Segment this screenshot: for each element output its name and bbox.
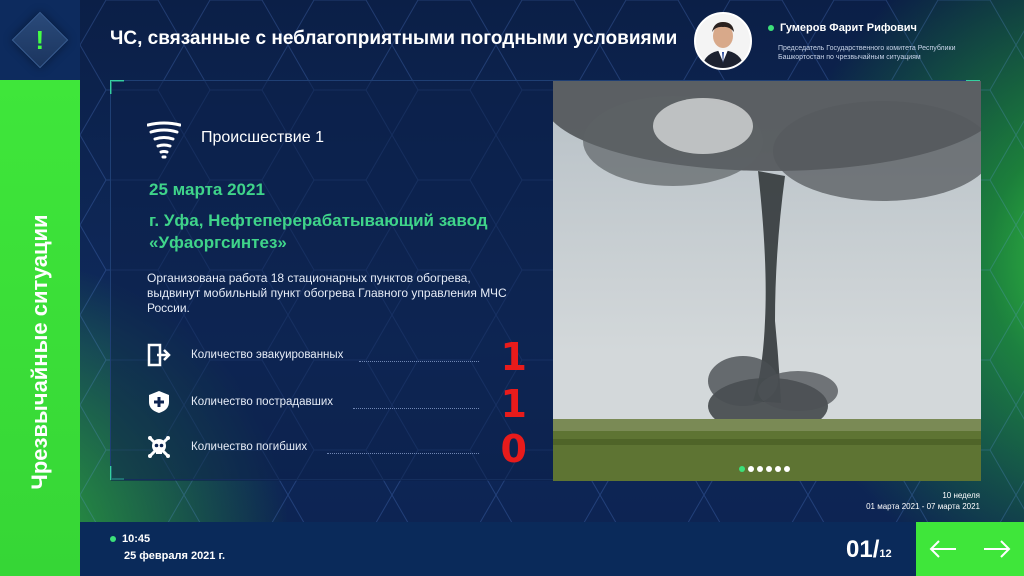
tornado-photo-image [553, 81, 981, 481]
week-range: 01 марта 2021 - 07 марта 2021 [866, 502, 980, 511]
exit-door-icon [147, 343, 171, 367]
prev-page-button[interactable] [916, 522, 970, 576]
alert-icon: ! [11, 11, 69, 69]
pager-dot[interactable] [784, 466, 790, 472]
pager-dot[interactable] [748, 466, 754, 472]
person-name-text: Гумеров Фарит Рифович [780, 22, 917, 34]
dotted-leader [327, 453, 479, 454]
time-text: 10:45 [122, 533, 151, 545]
app-logo[interactable]: ! [0, 0, 80, 80]
stat-label: Количество погибших [191, 441, 308, 453]
page-indicator: 01/12 [846, 536, 892, 564]
pager-dot[interactable] [775, 466, 781, 472]
incident-description: Организована работа 18 стационарных пунк… [147, 271, 507, 315]
stat-label: Количество пострадавших [191, 396, 333, 408]
stat-value: 1 [500, 335, 527, 379]
incident-title: Происшествие 1 [201, 129, 324, 146]
pager-dot[interactable] [757, 466, 763, 472]
incident-card: Происшествие 1 25 марта 2021 г. Уфа, Неф… [110, 80, 981, 481]
pager-dot-active[interactable] [739, 466, 745, 472]
page-total: 12 [879, 548, 892, 560]
next-page-button[interactable] [970, 522, 1024, 576]
medical-shield-icon [149, 391, 169, 413]
bullet-dot [110, 536, 116, 543]
stat-label: Количество эвакуированных [191, 349, 344, 361]
person-name: Гумеров Фарит Рифович [768, 22, 917, 34]
sidebar-title: Чрезвычайные ситуации [27, 214, 52, 490]
pager-dot[interactable] [766, 466, 772, 472]
current-date: 25 февраля 2021 г. [124, 550, 226, 562]
dotted-leader [359, 361, 479, 362]
stat-value: 1 [500, 382, 527, 426]
skull-crossbones-icon [148, 436, 170, 458]
bullet-dot [768, 25, 774, 32]
current-time: 10:45 [110, 533, 150, 545]
arrow-left-icon [929, 540, 956, 558]
incident-details: Происшествие 1 25 марта 2021 г. Уфа, Неф… [111, 81, 553, 481]
sidebar: Чрезвычайные ситуации [0, 80, 80, 576]
week-label: 10 неделя [942, 491, 980, 500]
stat-evacuated: Количество эвакуированных 1 [147, 335, 547, 379]
dotted-leader [353, 408, 479, 409]
avatar [694, 12, 752, 70]
incident-date: 25 марта 2021 [149, 180, 265, 199]
stat-injured: Количество пострадавших 1 [147, 382, 547, 426]
stat-dead: Количество погибших 0 [147, 427, 547, 471]
stat-value: 0 [500, 427, 527, 471]
page-current: 01/ [846, 536, 880, 563]
incident-place: г. Уфа, Нефтеперерабатывающий завод «Уфа… [149, 211, 488, 252]
person-role: Председатель Государственного комитета Р… [778, 45, 956, 61]
person-portrait-icon [696, 14, 750, 68]
gallery-pager [739, 459, 793, 477]
page-title: ЧС, связанные с неблагоприятными погодны… [110, 28, 678, 49]
arrow-right-icon [984, 540, 1011, 558]
tornado-icon [147, 121, 181, 159]
tornado-photo[interactable] [553, 81, 981, 481]
